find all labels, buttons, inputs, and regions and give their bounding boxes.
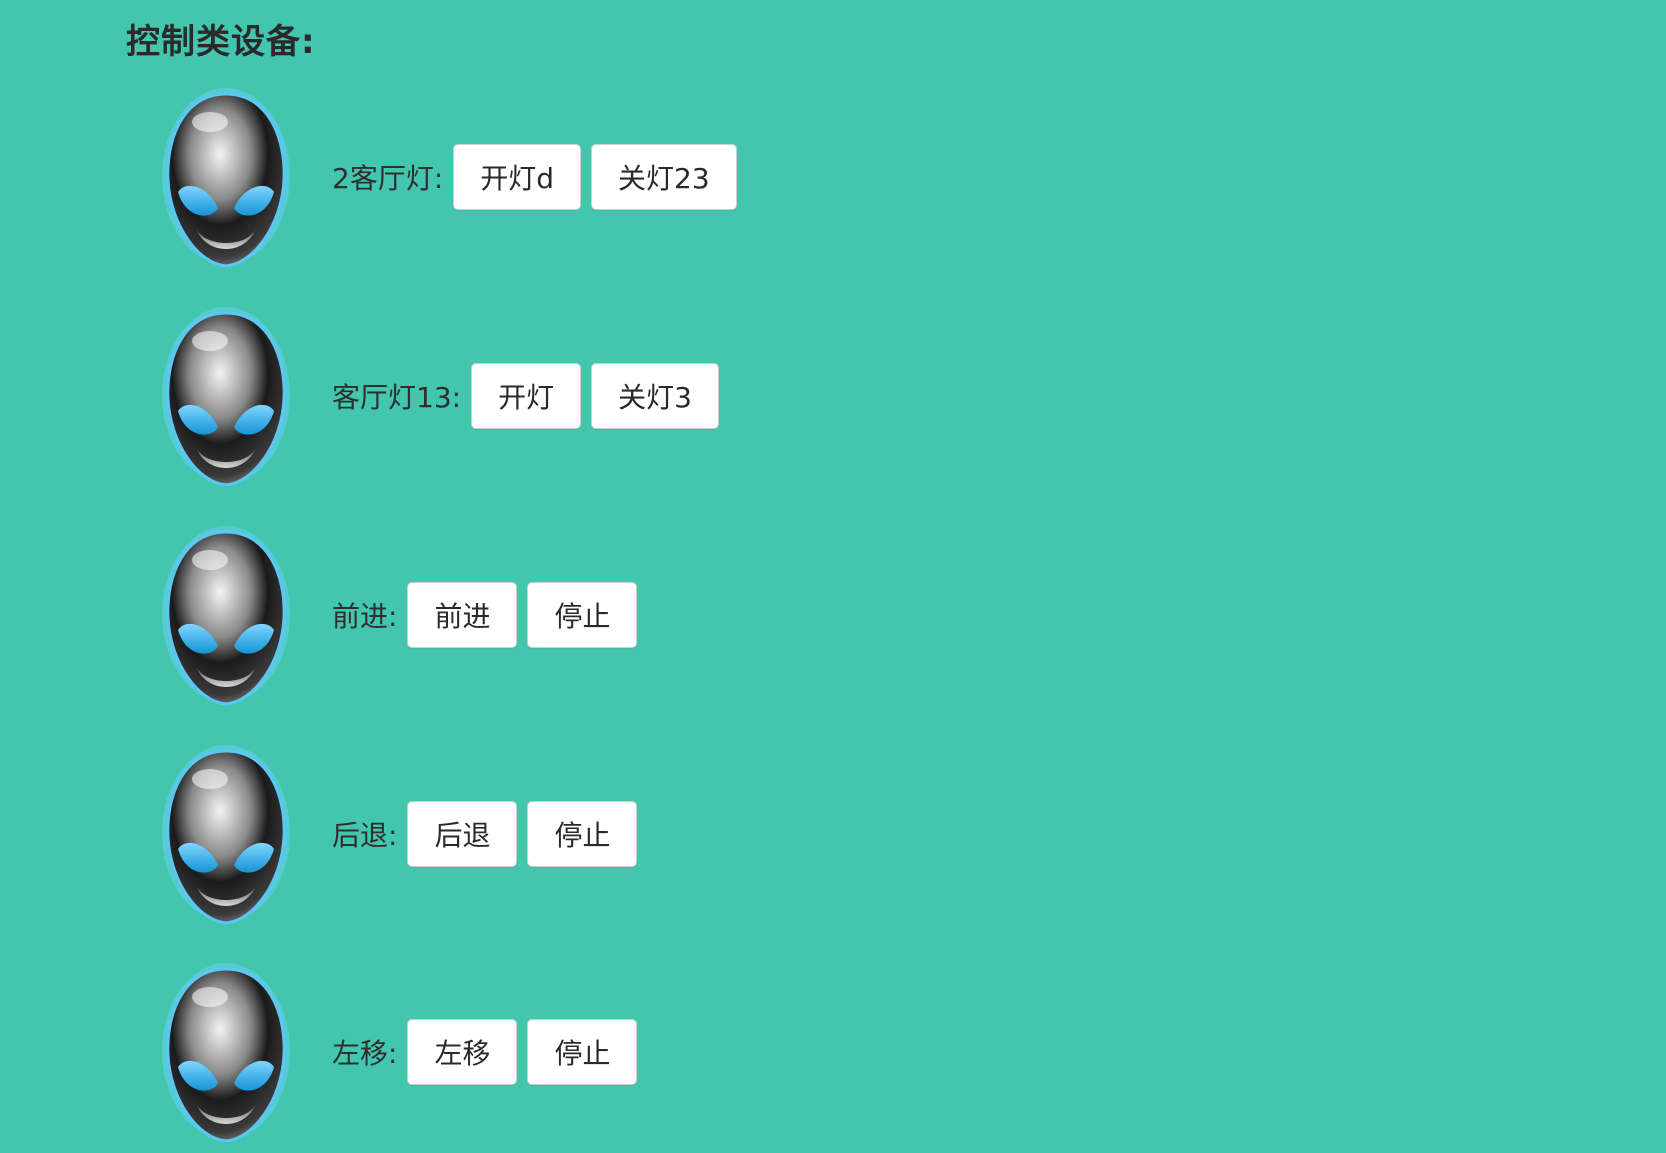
alien-head-icon [162,88,290,268]
device-label: 2客厅灯: [332,162,444,195]
device-label: 左移: [332,1037,398,1070]
device-row: 客厅灯13: 开灯 关灯3 [0,307,1666,497]
forward-button[interactable]: 前进 [407,582,518,648]
device-row: 前进: 前进 停止 [0,526,1666,716]
device-label: 后退: [332,819,398,852]
device-controls: 2客厅灯: 开灯d 关灯23 [332,142,747,212]
backward-button[interactable]: 后退 [407,801,518,867]
alien-head-icon [162,526,290,706]
light-off-button[interactable]: 关灯3 [591,363,719,429]
device-controls: 前进: 前进 停止 [332,580,647,650]
device-controls: 左移: 左移 停止 [332,1017,647,1087]
light-on-button[interactable]: 开灯 [471,363,582,429]
device-label: 前进: [332,600,398,633]
device-label: 客厅灯13: [332,381,462,414]
alien-head-icon [162,307,290,487]
stop-button[interactable]: 停止 [527,801,638,867]
device-list: 2客厅灯: 开灯d 关灯23 客厅灯13: 开灯 关灯3 前进: 前进 停止 后… [0,0,1666,1152]
device-controls: 后退: 后退 停止 [332,799,647,869]
device-row: 左移: 左移 停止 [0,963,1666,1153]
stop-button[interactable]: 停止 [527,582,638,648]
stop-button[interactable]: 停止 [527,1019,638,1085]
device-controls: 客厅灯13: 开灯 关灯3 [332,361,729,431]
alien-head-icon [162,745,290,925]
alien-head-icon [162,963,290,1143]
light-off-button[interactable]: 关灯23 [591,144,737,210]
move-left-button[interactable]: 左移 [407,1019,518,1085]
device-row: 后退: 后退 停止 [0,745,1666,935]
device-row: 2客厅灯: 开灯d 关灯23 [0,88,1666,278]
light-on-button[interactable]: 开灯d [453,144,582,210]
